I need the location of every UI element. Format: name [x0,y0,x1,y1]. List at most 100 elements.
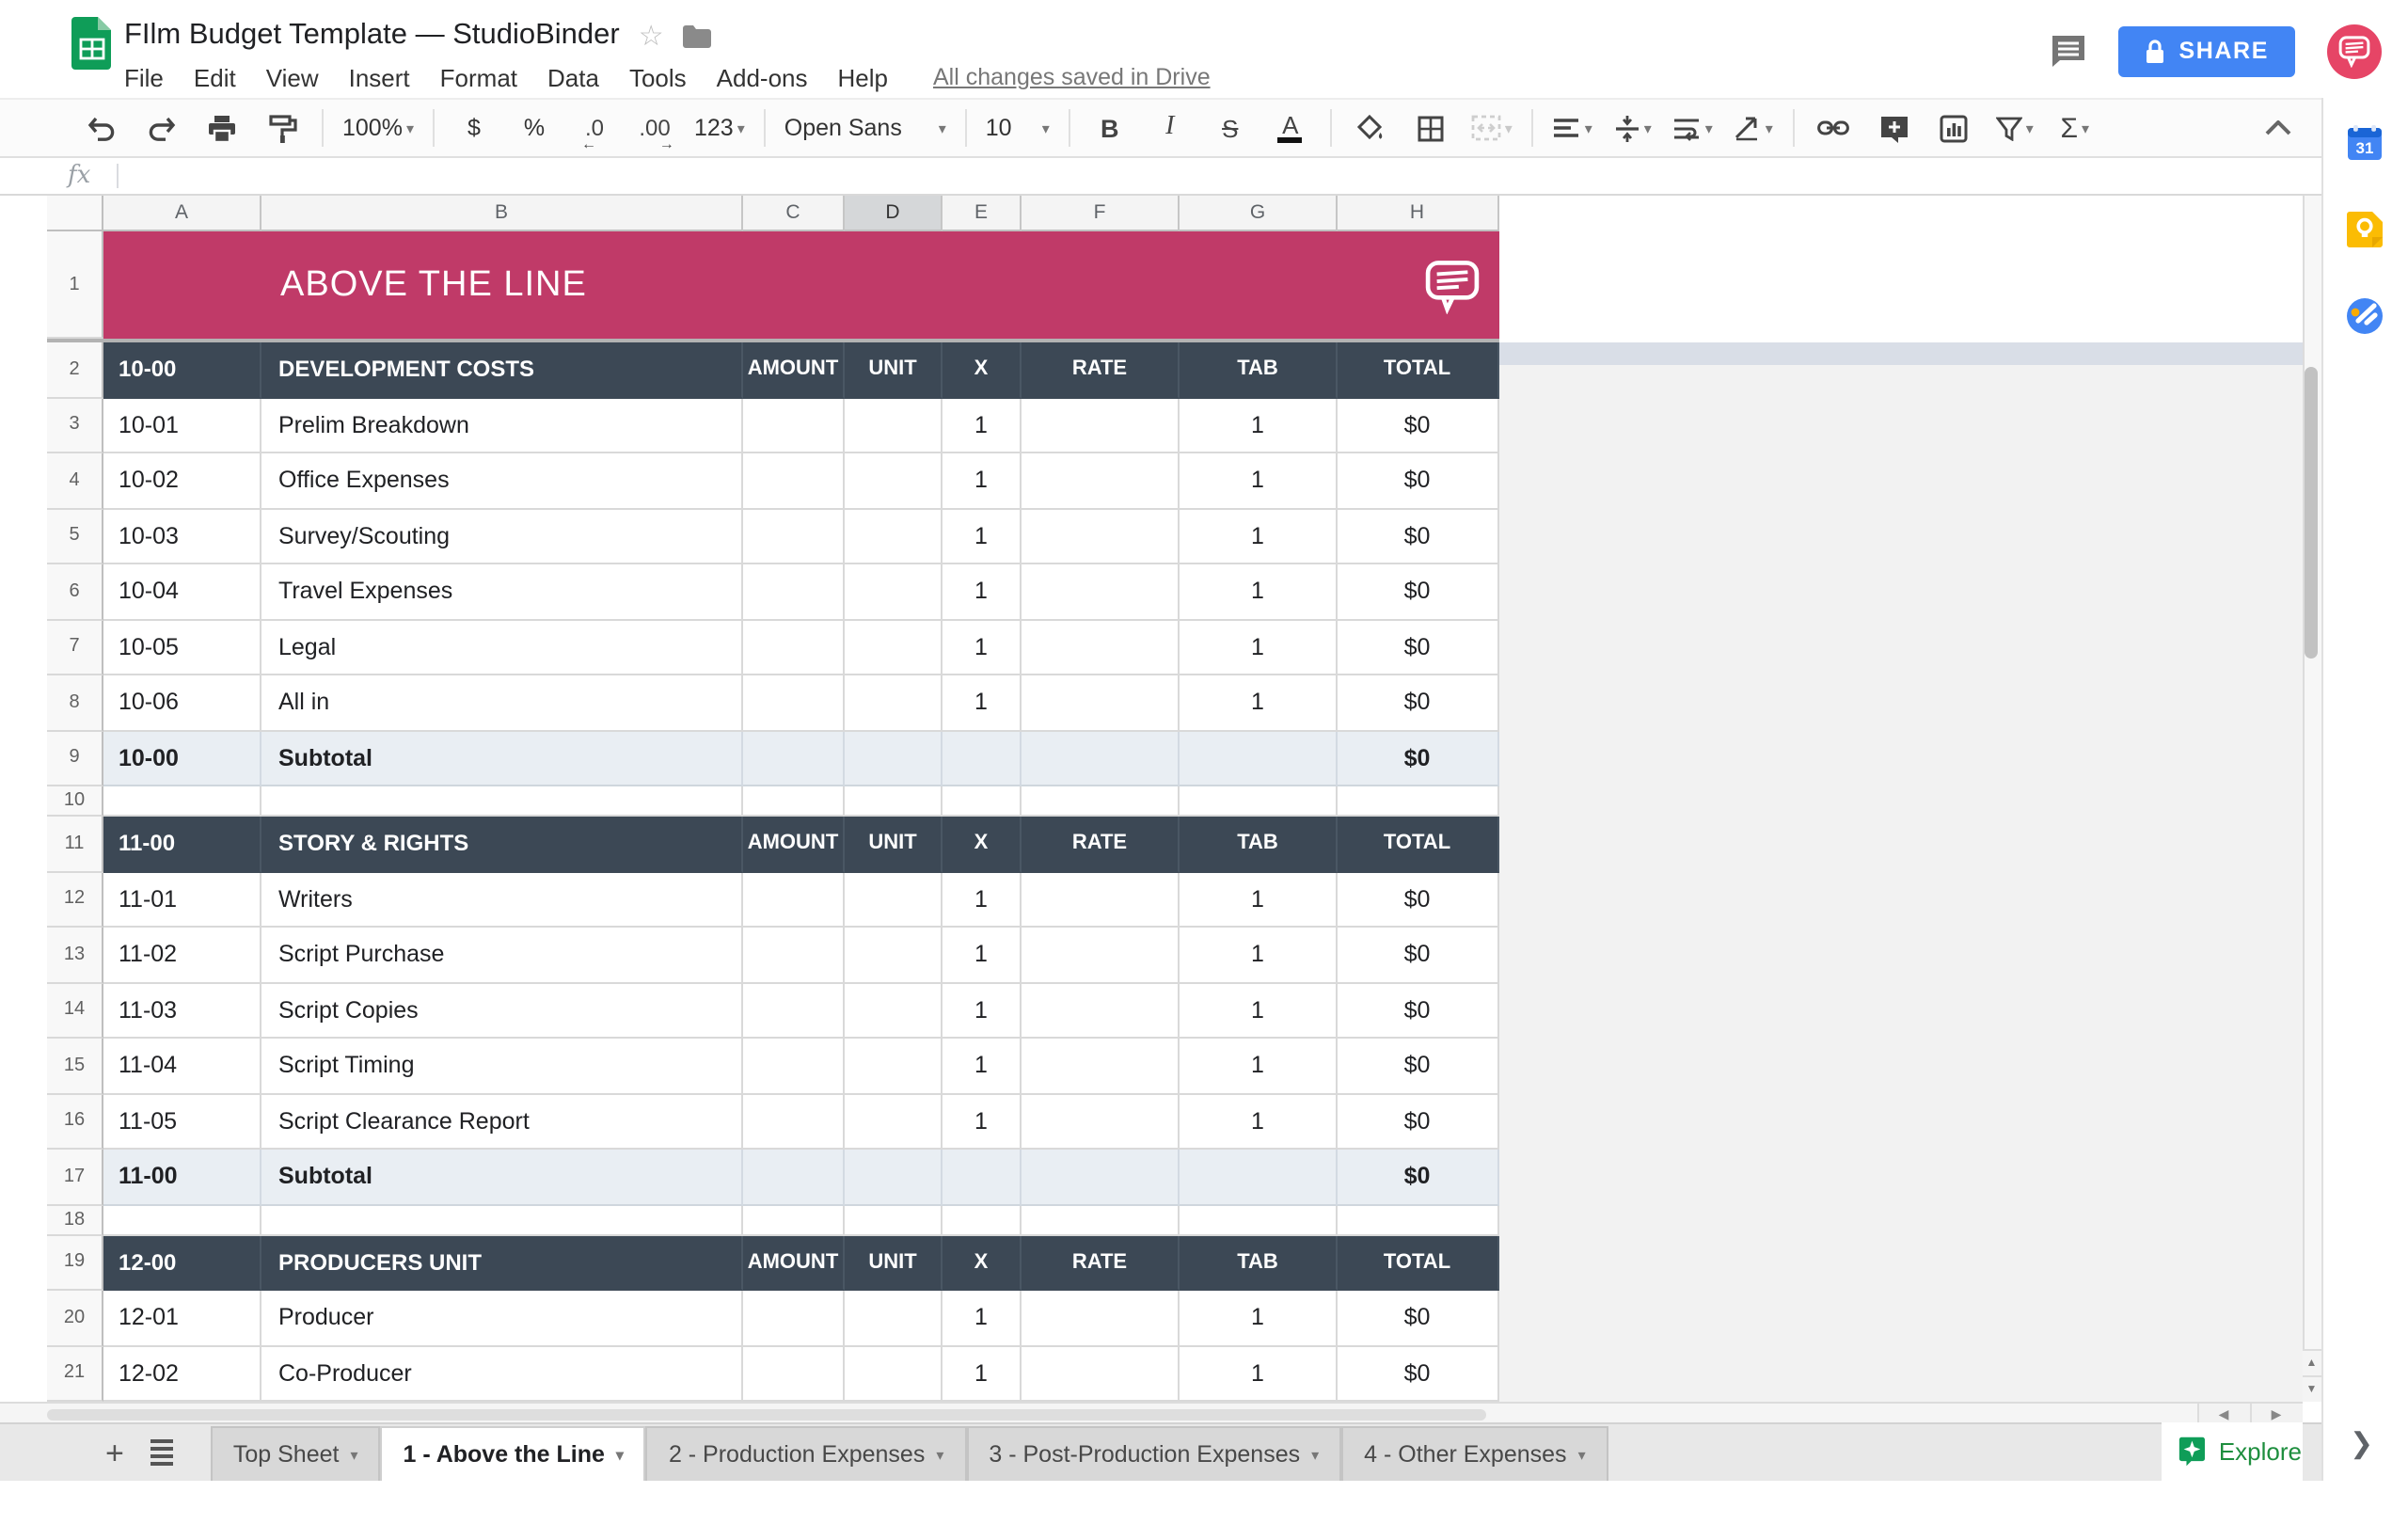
cell-D6[interactable] [845,564,943,620]
tab-menu-caret[interactable]: ▾ [936,1446,943,1463]
cell-D21[interactable] [845,1346,943,1402]
cell-H17[interactable]: $0 [1338,1150,1498,1205]
cell-E2[interactable]: X [943,342,1022,398]
cell-F3[interactable] [1022,398,1180,453]
folder-icon[interactable] [683,24,711,48]
merge-cells-button[interactable]: ▾ [1465,105,1518,151]
cell-G8[interactable]: 1 [1180,675,1338,731]
cell-F10[interactable] [1022,786,1180,817]
cell-C9[interactable] [743,731,845,786]
cell-F18[interactable] [1022,1205,1180,1235]
cell-F15[interactable] [1022,1039,1180,1094]
cell-G13[interactable]: 1 [1180,928,1338,983]
cell-C5[interactable] [743,509,845,564]
cell-H16[interactable]: $0 [1338,1094,1498,1150]
cell-E19[interactable]: X [943,1235,1022,1291]
cell-H12[interactable]: $0 [1338,872,1498,928]
cell-G4[interactable]: 1 [1180,453,1338,509]
functions-button[interactable]: Σ▾ [2049,105,2101,151]
cell-E20[interactable]: 1 [943,1291,1022,1346]
cell-H21[interactable]: $0 [1338,1346,1498,1402]
cell-F13[interactable] [1022,928,1180,983]
cell-A4[interactable]: 10-02 [103,453,261,509]
cell-B6[interactable]: Travel Expenses [261,564,743,620]
cell-F9[interactable] [1022,731,1180,786]
bold-button[interactable]: B [1084,105,1136,151]
font-size-select[interactable]: 10▾ [980,105,1055,151]
cell-D8[interactable] [845,675,943,731]
cell-H3[interactable]: $0 [1338,398,1498,453]
cell-G12[interactable]: 1 [1180,872,1338,928]
cell-D3[interactable] [845,398,943,453]
cell-A2[interactable]: 10-00 [103,342,261,398]
cell-F14[interactable] [1022,983,1180,1039]
cell-D9[interactable] [845,731,943,786]
cell-B20[interactable]: Producer [261,1291,743,1346]
cell-G11[interactable]: TAB [1180,817,1338,872]
column-header-F[interactable]: F [1022,196,1180,231]
text-rotation-button[interactable]: ▾ [1727,105,1780,151]
column-header-E[interactable]: E [943,196,1022,231]
cell-H11[interactable]: TOTAL [1338,817,1498,872]
cell-B17[interactable]: Subtotal [261,1150,743,1205]
cell-D20[interactable] [845,1291,943,1346]
row-header-17[interactable]: 17 [47,1150,103,1205]
insert-link-button[interactable] [1808,105,1861,151]
cell-G18[interactable] [1180,1205,1338,1235]
sheet-tab-2-production-expenses[interactable]: 2 - Production Expenses▾ [646,1426,966,1481]
cell-F17[interactable] [1022,1150,1180,1205]
cell-G17[interactable] [1180,1150,1338,1205]
calendar-icon[interactable]: 31 [2346,124,2384,162]
menu-addons[interactable]: Add-ons [702,63,823,91]
menu-help[interactable]: Help [823,63,904,91]
cell-B18[interactable] [261,1205,743,1235]
cell-A16[interactable]: 11-05 [103,1094,261,1150]
increase-decimal-button[interactable]: .00→ [628,105,681,151]
cell-C2[interactable]: AMOUNT [743,342,845,398]
cell-B3[interactable]: Prelim Breakdown [261,398,743,453]
sheets-logo-icon[interactable] [71,15,113,70]
cell-E4[interactable]: 1 [943,453,1022,509]
cell-E16[interactable]: 1 [943,1094,1022,1150]
cell-A19[interactable]: 12-00 [103,1235,261,1291]
cell-A21[interactable]: 12-02 [103,1346,261,1402]
horizontal-align-button[interactable]: ▾ [1546,105,1599,151]
insert-chart-button[interactable] [1928,105,1981,151]
cell-C19[interactable]: AMOUNT [743,1235,845,1291]
borders-button[interactable] [1405,105,1458,151]
cell-A3[interactable]: 10-01 [103,398,261,453]
cell-A5[interactable]: 10-03 [103,509,261,564]
cell-A7[interactable]: 10-05 [103,620,261,675]
cell-G9[interactable] [1180,731,1338,786]
cell-G16[interactable]: 1 [1180,1094,1338,1150]
row-header-9[interactable]: 9 [47,731,103,786]
paint-format-button[interactable] [256,105,309,151]
column-header-A[interactable]: A [103,196,261,231]
undo-button[interactable] [75,105,128,151]
vertical-align-button[interactable]: ▾ [1607,105,1659,151]
cell-B13[interactable]: Script Purchase [261,928,743,983]
sheet-tab-1-above-the-line[interactable]: 1 - Above the Line▾ [381,1426,646,1481]
row-header-2[interactable]: 2 [47,342,103,398]
cell-B16[interactable]: Script Clearance Report [261,1094,743,1150]
cell-D16[interactable] [845,1094,943,1150]
row-header-5[interactable]: 5 [47,509,103,564]
cell-G3[interactable]: 1 [1180,398,1338,453]
row-header-8[interactable]: 8 [47,675,103,731]
cell-H14[interactable]: $0 [1338,983,1498,1039]
add-sheet-button[interactable]: + [105,1437,124,1468]
vertical-scrollbar-thumb[interactable] [2305,367,2318,659]
cell-E9[interactable] [943,731,1022,786]
scroll-up-button[interactable]: ▲ [2302,1349,2321,1375]
sheet-tab-top-sheet[interactable]: Top Sheet▾ [211,1426,381,1481]
cell-D15[interactable] [845,1039,943,1094]
row-header-13[interactable]: 13 [47,928,103,983]
text-wrap-button[interactable]: ▾ [1667,105,1719,151]
horizontal-scrollbar-thumb[interactable] [47,1408,1486,1420]
scroll-right-button[interactable]: ▶ [2249,1404,2302,1424]
cell-D5[interactable] [845,509,943,564]
cell-C11[interactable]: AMOUNT [743,817,845,872]
cell-C10[interactable] [743,786,845,817]
cell-G7[interactable]: 1 [1180,620,1338,675]
menu-format[interactable]: Format [425,63,532,91]
